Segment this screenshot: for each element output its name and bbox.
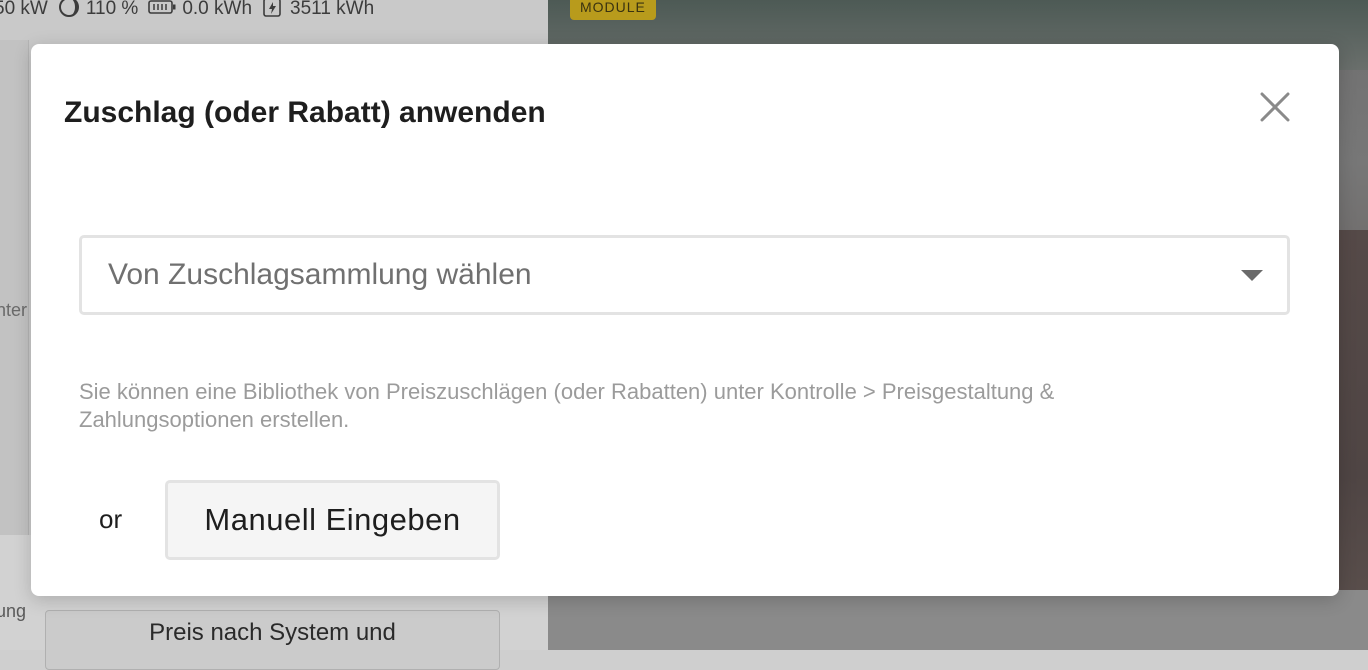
manual-entry-button[interactable]: Manuell Eingeben — [165, 480, 500, 560]
background-side-label-2: ung — [0, 601, 27, 621]
lightning-icon — [262, 0, 284, 23]
moon-icon — [58, 0, 80, 23]
surcharge-dialog: Zuschlag (oder Rabatt) anwenden Von Zusc… — [31, 44, 1339, 596]
dialog-title: Zuschlag (oder Rabatt) anwenden — [64, 96, 546, 129]
or-label: or — [99, 504, 123, 534]
stat-power: 50 kW — [0, 0, 48, 20]
stat-ratio-value: 110 % — [85, 0, 139, 19]
battery-icon — [148, 0, 176, 20]
background-sidebar — [0, 40, 29, 535]
background-price-button: Preis nach System und — [45, 610, 500, 670]
select-placeholder: Von Zuschlagsammlung wählen — [108, 258, 532, 291]
close-button[interactable] — [1254, 88, 1296, 130]
caret-down-icon — [1241, 270, 1263, 281]
stat-energy-value: 3511 kWh — [290, 0, 375, 19]
stat-power-value: 50 kW — [0, 0, 48, 19]
close-icon — [1259, 91, 1291, 128]
stats-bar: 50 kW 110 % 0.0 kWh 3511 kWh — [0, 0, 374, 24]
stat-ratio: 110 % — [58, 0, 138, 23]
stat-battery-value: 0.0 kWh — [182, 0, 253, 19]
background-ground — [548, 590, 1368, 650]
help-text: Sie können eine Bibliothek von Preiszusc… — [79, 379, 1055, 432]
stat-battery: 0.0 kWh — [148, 0, 252, 20]
module-badge: MODULE — [570, 0, 656, 20]
stat-energy: 3511 kWh — [262, 0, 374, 23]
background-side-label: nter — [0, 300, 28, 320]
surcharge-collection-select[interactable]: Von Zuschlagsammlung wählen — [79, 235, 1290, 315]
